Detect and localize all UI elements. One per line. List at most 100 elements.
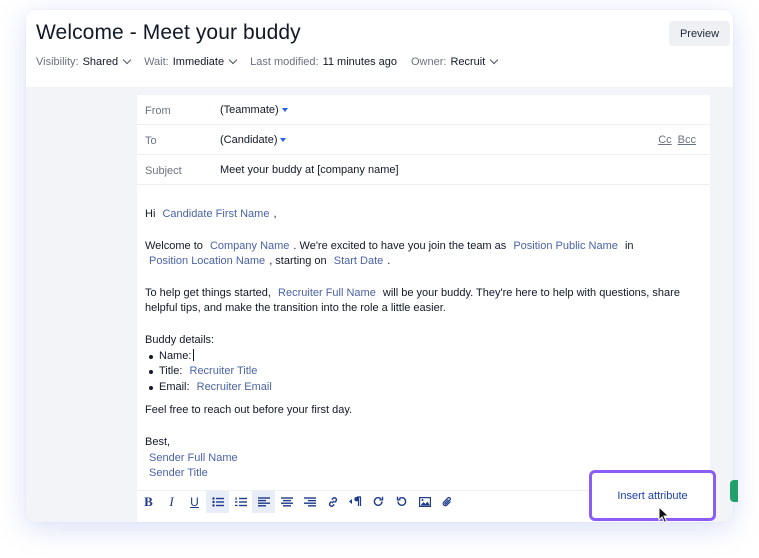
visibility-label: Visibility:	[36, 56, 79, 68]
bold-button[interactable]: B	[137, 491, 160, 513]
buddy-details-heading: Buddy details:	[145, 333, 215, 346]
chevron-down-icon	[122, 55, 132, 65]
feel-free-line: Feel free to reach out before your first…	[145, 404, 353, 417]
email-label: Email:	[159, 380, 190, 393]
align-left-button[interactable]	[252, 490, 275, 513]
template-editor-window: Welcome - Meet your buddy Preview Visibi…	[26, 10, 733, 522]
page-title: Welcome - Meet your buddy	[36, 21, 301, 44]
wait-dropdown[interactable]: Wait: Immediate	[144, 55, 238, 68]
token-sender-title[interactable]: Sender Title	[145, 467, 212, 479]
from-value: (Teammate)	[220, 104, 279, 116]
last-modified-value: 11 minutes ago	[322, 56, 397, 68]
token-position-public-name[interactable]: Position Public Name	[509, 240, 622, 252]
numbered-list-button[interactable]	[229, 491, 252, 513]
subject-row: Subject Meet your buddy at [company name…	[137, 155, 710, 185]
align-center-button[interactable]	[275, 491, 298, 513]
attachment-button[interactable]	[436, 491, 459, 513]
starting-on-text: , starting on	[269, 255, 327, 268]
bold-icon: B	[144, 493, 153, 509]
italic-icon: I	[169, 493, 174, 509]
visibility-dropdown[interactable]: Visibility: Shared	[36, 55, 132, 68]
caret-down-icon	[281, 108, 288, 112]
chevron-down-icon	[228, 55, 238, 65]
mouse-pointer-icon	[658, 506, 670, 524]
email-editor: From (Teammate) To (Candidate) Cc Bcc Su	[137, 95, 710, 522]
redo-button[interactable]	[367, 491, 390, 513]
insert-attribute-highlight: Insert attribute	[589, 470, 716, 521]
token-recruiter-title[interactable]: Recruiter Title	[186, 365, 262, 377]
subject-input[interactable]: Meet your buddy at [company name]	[220, 164, 399, 176]
sender-name-line: Sender Full Name	[145, 451, 705, 467]
undo-button[interactable]	[390, 491, 413, 513]
chevron-down-icon	[490, 55, 499, 65]
list-item: Title: Recruiter Title	[145, 364, 705, 380]
message-body[interactable]: Hi Candidate First Name, Welcome to Comp…	[145, 207, 705, 482]
image-button[interactable]	[413, 491, 436, 513]
cc-link[interactable]: Cc	[658, 134, 671, 146]
wait-value: Immediate	[172, 56, 225, 68]
buddy-details-list: Name: Title: Recruiter Title Email: Recr…	[145, 348, 705, 396]
link-button[interactable]	[321, 491, 344, 513]
preview-button[interactable]: Preview	[669, 21, 730, 46]
numbered-list-icon	[234, 496, 247, 506]
best-line: Best,	[145, 435, 171, 448]
link-icon	[328, 496, 337, 507]
bcc-link[interactable]: Bcc	[678, 134, 696, 146]
welcome-text: Welcome to	[145, 239, 203, 252]
name-label: Name:	[159, 349, 192, 362]
help-paragraph: To help get things started, Recruiter Fu…	[145, 286, 705, 317]
wait-label: Wait:	[144, 56, 169, 68]
rtl-button[interactable]	[344, 491, 367, 513]
bullet-list-icon	[211, 496, 224, 507]
in-text: in	[624, 239, 634, 252]
title-label: Title:	[159, 365, 183, 378]
caret-down-icon	[280, 138, 287, 142]
side-help-tab[interactable]	[730, 480, 738, 502]
list-item: Name:	[145, 348, 705, 365]
visibility-value: Shared	[82, 56, 119, 68]
insert-attribute-button[interactable]: Insert attribute	[617, 490, 687, 502]
last-modified: Last modified: 11 minutes ago	[250, 56, 397, 68]
align-right-button[interactable]	[298, 491, 321, 513]
token-company-name[interactable]: Company Name	[206, 240, 293, 252]
attachment-icon	[442, 496, 451, 506]
underline-button[interactable]: U	[183, 491, 206, 513]
owner-value: Recruit	[450, 56, 486, 68]
text-cursor	[193, 348, 195, 361]
welcome-paragraph: Welcome to Company Name. We're excited t…	[145, 239, 705, 270]
token-recruiter-full-name[interactable]: Recruiter Full Name	[274, 287, 380, 299]
token-candidate-first-name[interactable]: Candidate First Name	[158, 208, 273, 220]
cc-bcc: Cc Bcc	[658, 134, 696, 146]
align-center-icon	[280, 496, 293, 506]
redo-icon	[373, 496, 384, 506]
from-row: From (Teammate)	[137, 95, 710, 125]
from-label: From	[145, 105, 171, 117]
from-select[interactable]: (Teammate)	[220, 104, 288, 116]
owner-label: Owner:	[410, 56, 447, 68]
help-start-text: To help get things started,	[145, 286, 271, 299]
rtl-icon	[349, 496, 362, 506]
token-sender-full-name[interactable]: Sender Full Name	[145, 452, 242, 464]
period-text: .	[387, 255, 391, 268]
header: Welcome - Meet your buddy Preview Visibi…	[26, 10, 733, 87]
to-value: (Candidate)	[220, 134, 278, 146]
token-start-date[interactable]: Start Date	[330, 255, 388, 267]
italic-button[interactable]: I	[160, 491, 183, 513]
owner-dropdown[interactable]: Owner: Recruit	[410, 55, 499, 68]
greeting-text: Hi	[145, 208, 156, 220]
formatting-toolbar: B I U	[137, 490, 615, 513]
last-modified-label: Last modified:	[250, 56, 319, 68]
underline-icon: U	[190, 494, 199, 509]
excited-text: . We're excited to have you join the tea…	[293, 239, 507, 252]
editor-background: From (Teammate) To (Candidate) Cc Bcc Su	[26, 87, 733, 522]
to-label: To	[145, 135, 157, 147]
meta-bar: Visibility: Shared Wait: Immediate Last …	[36, 55, 511, 68]
to-select[interactable]: (Candidate)	[220, 134, 287, 146]
bullet-list-button[interactable]	[206, 490, 229, 513]
token-position-location-name[interactable]: Position Location Name	[145, 255, 269, 267]
align-left-icon	[257, 496, 270, 506]
token-recruiter-email[interactable]: Recruiter Email	[193, 381, 276, 393]
undo-icon	[396, 496, 407, 506]
list-item: Email: Recruiter Email	[145, 380, 705, 396]
image-icon	[418, 496, 431, 507]
